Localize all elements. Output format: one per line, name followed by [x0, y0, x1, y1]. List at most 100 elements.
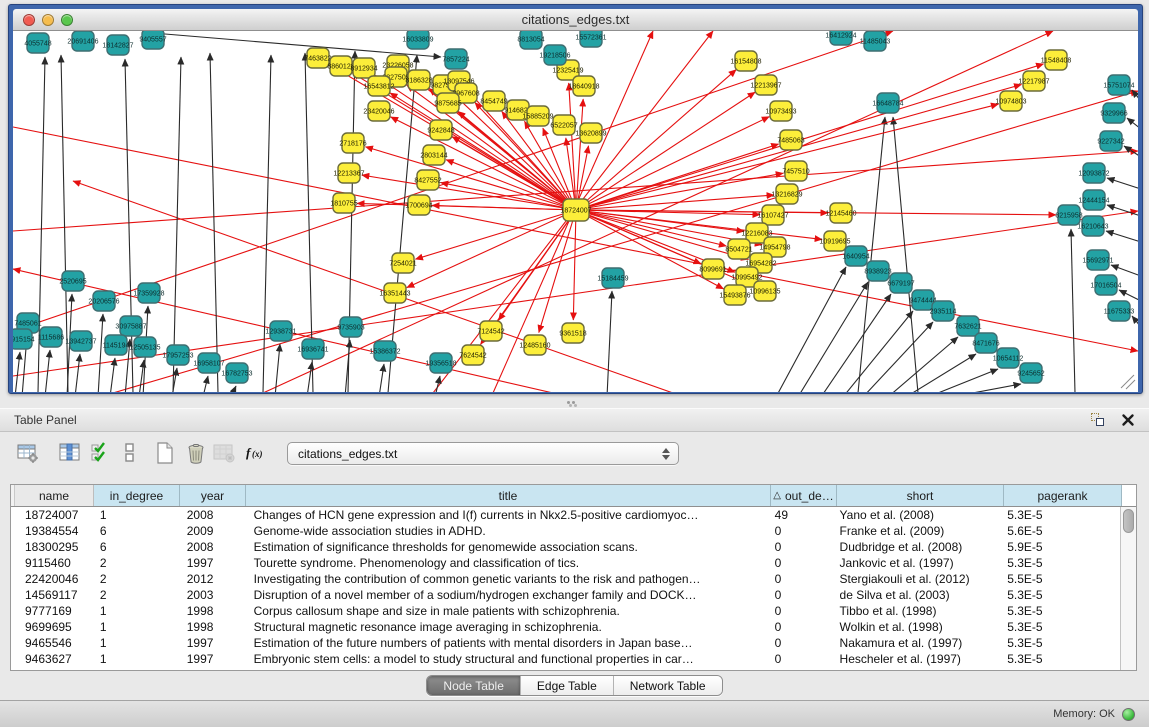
network-node[interactable]: 13216829: [771, 184, 802, 204]
zoom-window-icon[interactable]: [61, 14, 73, 26]
cell-title[interactable]: Tourette syndrome. Phenomenology and cla…: [246, 555, 770, 571]
network-node[interactable]: 9242848: [427, 120, 454, 140]
network-node[interactable]: 2803144: [420, 145, 447, 165]
new-document-icon[interactable]: [151, 439, 179, 467]
network-node[interactable]: 2718176: [339, 133, 366, 153]
cell-title[interactable]: Corpus callosum shape and size in male p…: [246, 603, 770, 619]
cell-in_degree[interactable]: 2: [94, 555, 180, 571]
select-all-rows-icon[interactable]: [87, 439, 115, 467]
cell-out_de[interactable]: 0: [770, 571, 836, 587]
cell-out_de[interactable]: 0: [770, 523, 836, 539]
function-builder-icon[interactable]: f(x): [243, 439, 271, 467]
network-node[interactable]: 12444154: [1078, 190, 1109, 210]
memory-status-icon[interactable]: [1122, 708, 1135, 721]
column-header-year[interactable]: year: [180, 485, 246, 506]
table-row[interactable]: 946554611997Estimation of the future num…: [11, 635, 1120, 651]
network-node[interactable]: 11485043: [860, 31, 891, 51]
cell-year[interactable]: 1997: [180, 651, 246, 667]
panel-splitter[interactable]: [0, 398, 1149, 408]
cell-pagerank[interactable]: 5.3E-5: [1002, 635, 1120, 651]
tab-node-table[interactable]: Node Table: [427, 676, 521, 695]
cell-in_degree[interactable]: 1: [94, 635, 180, 651]
network-node[interactable]: 16107427: [757, 205, 788, 225]
table-row[interactable]: 946362711997Embryonic stem cells: a mode…: [11, 651, 1120, 667]
select-columns-icon[interactable]: [56, 439, 84, 467]
network-node[interactable]: 12145460: [825, 203, 856, 223]
network-node[interactable]: 9227342: [1097, 131, 1124, 151]
network-node[interactable]: 12213367: [333, 163, 364, 183]
table-row[interactable]: 1872400712008Changes of HCN gene express…: [11, 507, 1120, 523]
trash-icon[interactable]: [182, 439, 210, 467]
network-node[interactable]: 8860128: [327, 56, 354, 76]
network-node[interactable]: 4055748: [24, 33, 51, 53]
cell-out_de[interactable]: 0: [770, 555, 836, 571]
cell-out_de[interactable]: 49: [770, 507, 836, 523]
float-panel-icon[interactable]: [1091, 413, 1107, 427]
network-node[interactable]: 17957253: [162, 345, 193, 365]
cell-year[interactable]: 1998: [180, 619, 246, 635]
cell-name[interactable]: 9699695: [15, 619, 94, 635]
cell-out_de[interactable]: 0: [770, 603, 836, 619]
network-node[interactable]: 18142827: [102, 35, 133, 55]
network-node[interactable]: 8215958: [1055, 205, 1082, 225]
cell-name[interactable]: 18724007: [15, 507, 94, 523]
column-header-name[interactable]: name: [15, 485, 94, 506]
cell-pagerank[interactable]: 5.3E-5: [1002, 651, 1120, 667]
network-node[interactable]: 10973493: [765, 101, 796, 121]
network-node[interactable]: 11548408: [1041, 50, 1072, 70]
network-node[interactable]: 1640954: [842, 246, 869, 266]
network-node[interactable]: 15692971: [1082, 250, 1113, 270]
cell-year[interactable]: 2008: [180, 507, 246, 523]
table-scrollbar-thumb[interactable]: [1123, 509, 1134, 533]
network-node[interactable]: 7124542: [477, 321, 504, 341]
network-node[interactable]: 18640918: [568, 76, 599, 96]
table-scrollbar[interactable]: [1120, 507, 1136, 670]
cell-title[interactable]: Structural magnetic resonance image aver…: [246, 619, 770, 635]
network-node[interactable]: 17359928: [133, 283, 164, 303]
network-node[interactable]: 16648784: [872, 93, 903, 113]
cell-out_de[interactable]: 0: [770, 539, 836, 555]
network-node[interactable]: 15493876: [719, 285, 750, 305]
cell-year[interactable]: 2003: [180, 587, 246, 603]
network-node[interactable]: 1700694: [405, 195, 432, 215]
network-node[interactable]: 9245652: [1017, 363, 1044, 383]
cell-in_degree[interactable]: 1: [94, 651, 180, 667]
cell-pagerank[interactable]: 5.3E-5: [1002, 619, 1120, 635]
network-node[interactable]: 16033809: [402, 31, 433, 49]
network-node[interactable]: 7857224: [442, 49, 469, 69]
network-node[interactable]: 15572361: [575, 31, 606, 47]
cell-out_de[interactable]: 0: [770, 635, 836, 651]
network-node[interactable]: 10974803: [995, 91, 1026, 111]
network-canvas[interactable]: 1872400774638228860128891293423226058982…: [13, 31, 1138, 392]
network-node[interactable]: 1810755: [330, 193, 357, 213]
network-node[interactable]: 20206576: [88, 291, 119, 311]
close-window-icon[interactable]: [23, 14, 35, 26]
table-row[interactable]: 911546021997Tourette syndrome. Phenomeno…: [11, 555, 1120, 571]
network-node[interactable]: 12213967: [750, 75, 781, 95]
cell-name[interactable]: 22420046: [15, 571, 94, 587]
network-node[interactable]: 12505135: [129, 337, 160, 357]
network-node[interactable]: 7457510: [782, 161, 809, 181]
cell-title[interactable]: Disruption of a novel member of a sodium…: [246, 587, 770, 603]
table-row[interactable]: 1938455462009Genome-wide association stu…: [11, 523, 1120, 539]
cell-short[interactable]: de Silva et al. (2003): [836, 587, 1003, 603]
network-node[interactable]: 8504721: [725, 239, 752, 259]
network-node[interactable]: 30975887: [115, 316, 146, 336]
cell-in_degree[interactable]: 1: [94, 619, 180, 635]
resize-grip-icon[interactable]: [1121, 375, 1135, 389]
network-node[interactable]: 15885209: [522, 106, 553, 126]
network-node[interactable]: 19356518: [425, 353, 456, 373]
tab-edge-table[interactable]: Edge Table: [521, 676, 614, 695]
cell-pagerank[interactable]: 5.6E-5: [1002, 523, 1120, 539]
cell-year[interactable]: 1997: [180, 555, 246, 571]
cell-pagerank[interactable]: 5.9E-5: [1002, 539, 1120, 555]
network-node[interactable]: 15751074: [1103, 75, 1134, 95]
cell-name[interactable]: 9115460: [15, 555, 94, 571]
cell-pagerank[interactable]: 5.3E-5: [1002, 555, 1120, 571]
network-node[interactable]: 9329966: [1100, 103, 1127, 123]
network-node[interactable]: 7624542: [459, 345, 486, 365]
cell-short[interactable]: Stergiakouli et al. (2012): [836, 571, 1003, 587]
cell-out_de[interactable]: 0: [770, 619, 836, 635]
cell-name[interactable]: 18300295: [15, 539, 94, 555]
cell-out_de[interactable]: 0: [770, 587, 836, 603]
